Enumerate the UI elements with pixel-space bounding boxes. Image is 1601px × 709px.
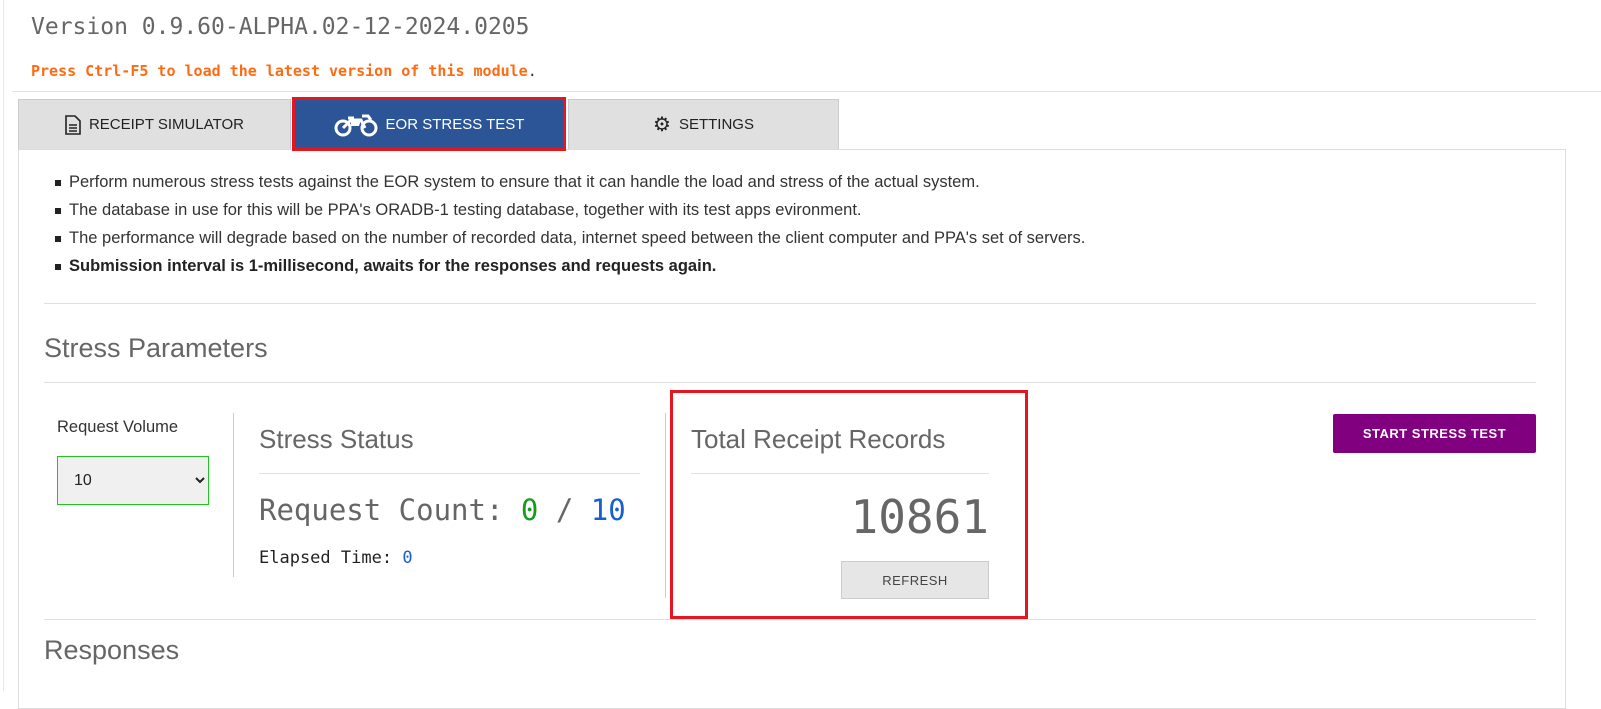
request-count-label: Request Count:: [259, 493, 504, 527]
request-volume-label: Request Volume: [57, 418, 179, 436]
reload-notice-end: .: [527, 62, 537, 80]
divider: [44, 619, 1536, 620]
stress-parameters-heading: Stress Parameters: [44, 333, 268, 363]
request-count-done: 0: [520, 493, 539, 527]
stress-status-heading: Stress Status: [259, 424, 414, 454]
divider: [44, 303, 1536, 304]
page-border: [3, 0, 4, 691]
reload-notice-text: Press Ctrl-F5 to load the latest version…: [31, 62, 528, 80]
elapsed-time-label: Elapsed Time:: [259, 548, 393, 568]
document-icon: [65, 114, 81, 135]
reload-notice: Press Ctrl-F5 to load the latest version…: [31, 62, 537, 80]
divider: [259, 473, 640, 474]
start-stress-test-button[interactable]: START STRESS TEST: [1333, 414, 1536, 453]
info-item: Perform numerous stress tests against th…: [54, 170, 1085, 198]
info-item: Submission interval is 1-millisecond, aw…: [54, 254, 1085, 282]
column-divider: [233, 413, 234, 577]
tab-label: EOR STRESS TEST: [385, 116, 525, 133]
tab-label: RECEIPT SIMULATOR: [88, 116, 245, 133]
request-count: Request Count: 0 / 10: [259, 493, 626, 527]
total-records-heading: Total Receipt Records: [691, 424, 946, 454]
request-volume-select[interactable]: 10: [57, 456, 209, 505]
tab-eor-stress-test[interactable]: EOR STRESS TEST: [292, 97, 566, 151]
total-records-value: 10861: [850, 490, 989, 544]
elapsed-time-value: 0: [402, 548, 413, 568]
info-item: The database in use for this will be PPA…: [54, 198, 1085, 226]
request-count-separator: /: [555, 493, 574, 527]
elapsed-time: Elapsed Time: 0: [259, 548, 413, 568]
info-list: Perform numerous stress tests against th…: [54, 170, 1085, 282]
motorcycle-icon: [334, 114, 378, 136]
tab-receipt-simulator[interactable]: RECEIPT SIMULATOR: [18, 99, 291, 149]
divider: [12, 91, 1601, 92]
info-item: The performance will degrade based on th…: [54, 226, 1085, 254]
column-divider: [665, 413, 666, 598]
refresh-button[interactable]: REFRESH: [841, 561, 989, 599]
divider: [691, 473, 989, 474]
divider: [44, 382, 1536, 383]
tab-settings[interactable]: ⚙ SETTINGS: [568, 99, 839, 149]
version-label: Version 0.9.60-ALPHA.02-12-2024.0205: [31, 14, 530, 40]
responses-heading: Responses: [44, 635, 180, 665]
tab-label: SETTINGS: [678, 116, 754, 133]
request-count-total: 10: [590, 493, 626, 527]
gear-icon: ⚙: [653, 114, 671, 136]
